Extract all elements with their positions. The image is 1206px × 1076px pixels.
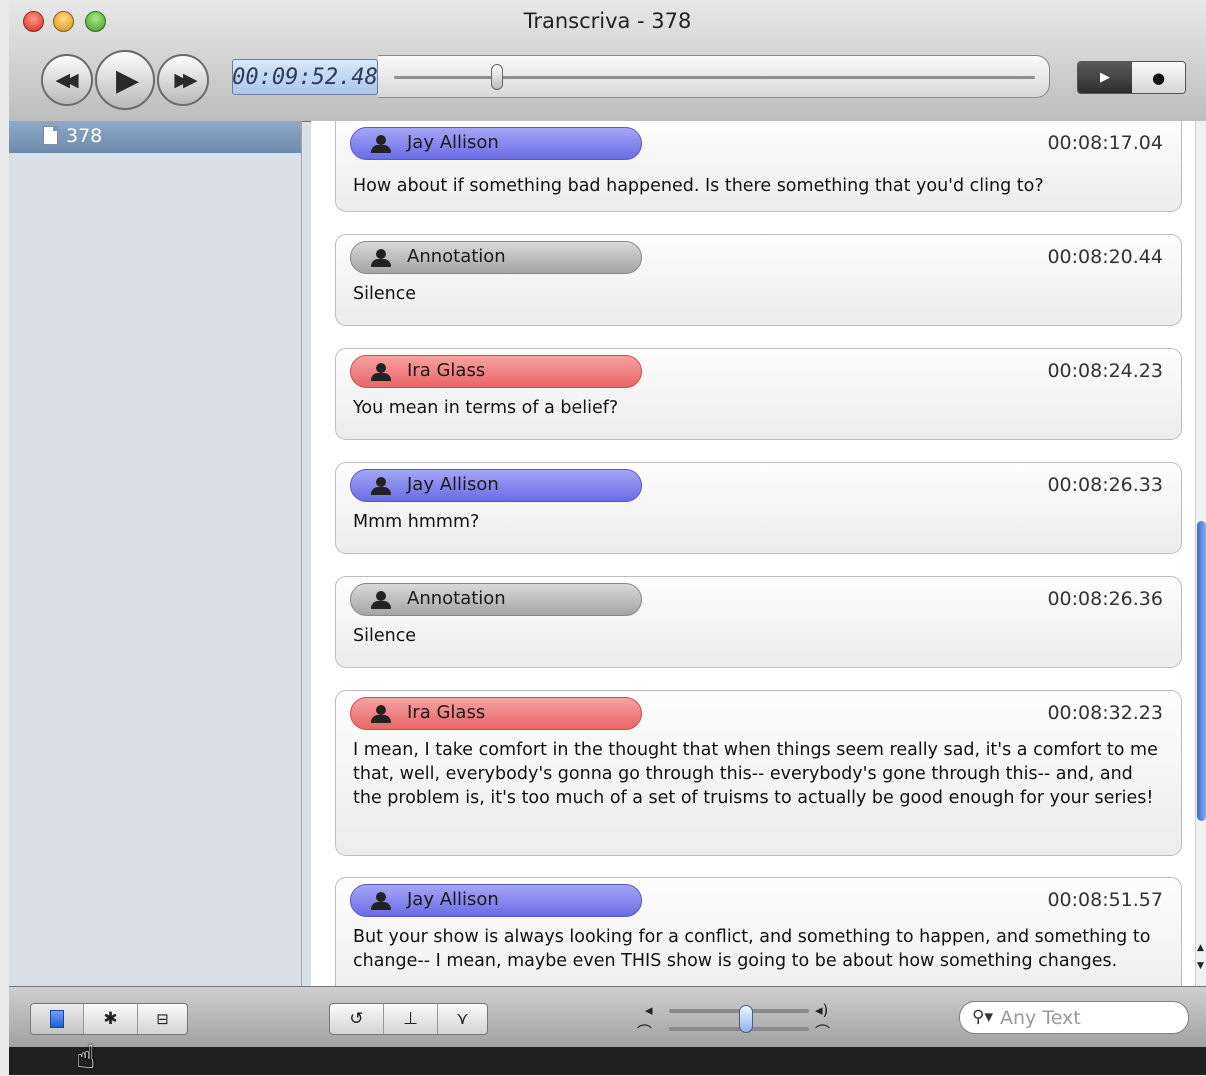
bottom-toolbar: ✱ ⊟ ↺ ⊥ ⋎ ◂ ◂) ⌒ ⌒ ⚲▾ [9, 986, 1206, 1047]
sidebar-item-label: 378 [66, 125, 103, 147]
view-switcher[interactable]: ✱ ⊟ [30, 1003, 188, 1035]
entry-text[interactable]: Silence [353, 282, 1165, 306]
person-icon [370, 135, 392, 153]
volume-low-icon: ◂ [645, 1001, 653, 1019]
speaker-pill[interactable]: Jay Allison [350, 127, 642, 160]
search-field[interactable]: ⚲▾ [959, 1001, 1189, 1034]
split-icon: ⊥ [403, 1009, 418, 1029]
search-icon: ⚲▾ [972, 1007, 993, 1027]
playback-scrubber[interactable] [378, 55, 1050, 98]
speaker-pill[interactable]: Annotation [350, 241, 642, 274]
person-icon [370, 892, 392, 910]
loop-icon: ↺ [349, 1009, 364, 1029]
speaker-name: Jay Allison [407, 132, 499, 153]
volume-high-icon: ◂) [815, 1001, 829, 1019]
play-icon: ▶ [1100, 70, 1110, 85]
entry-timestamp[interactable]: 00:08:51.57 [1047, 889, 1163, 911]
entry-timestamp[interactable]: 00:08:32.23 [1047, 702, 1163, 724]
person-icon [370, 363, 392, 381]
record-icon: ● [1151, 68, 1166, 87]
playback-mode-button[interactable]: ▶ [1078, 62, 1132, 93]
speaker-name: Annotation [407, 588, 506, 609]
person-icon [370, 249, 392, 267]
transcript-entry[interactable]: Annotation 00:08:20.44 Silence [335, 234, 1182, 326]
speed-slow-icon: ⌒ [637, 1023, 653, 1041]
play-button[interactable]: ▶ [95, 50, 155, 110]
hand-cursor-icon: ☝ [76, 1038, 96, 1076]
fast-forward-icon: ▶▶ [174, 69, 197, 91]
transcript-entry[interactable]: Ira Glass 00:08:32.23 I mean, I take com… [335, 690, 1182, 856]
search-input[interactable] [1000, 1006, 1175, 1030]
rewind-icon: ◀◀ [55, 69, 78, 91]
title-toolbar: Transcriva - 378 ◀◀ ▶ ▶▶ 00:09:52.48 ▶ ● [9, 0, 1206, 122]
scrollbar-thumb[interactable] [1197, 521, 1206, 821]
transcript-entry[interactable]: Jay Allison 00:08:51.57 But your show is… [335, 877, 1182, 986]
entry-text[interactable]: You mean in terms of a belief? [353, 396, 1165, 420]
document-icon [50, 1010, 64, 1028]
transcript-entry[interactable]: Annotation 00:08:26.36 Silence [335, 576, 1182, 668]
person-icon [370, 477, 392, 495]
play-icon: ▶ [115, 62, 140, 98]
loop-button[interactable]: ↺ [330, 1004, 384, 1034]
document-icon [43, 126, 58, 145]
sidebar-item-378[interactable]: 378 [9, 121, 301, 153]
speaker-pill[interactable]: Ira Glass [350, 355, 642, 388]
window-title: Transcriva - 378 [523, 9, 692, 33]
scroll-up-arrow-icon[interactable]: ▲ [1197, 943, 1204, 953]
entry-timestamp[interactable]: 00:08:20.44 [1047, 246, 1163, 268]
person-icon [370, 591, 392, 609]
transcript-entry[interactable]: Jay Allison 00:08:17.04 How about if som… [335, 121, 1182, 212]
transcript-entry[interactable]: Jay Allison 00:08:26.33 Mmm hmmm? [335, 462, 1182, 554]
settings-view-button[interactable]: ✱ [84, 1004, 138, 1034]
speaker-pill[interactable]: Annotation [350, 583, 642, 616]
window-shadow-strip [9, 1047, 1206, 1075]
scroll-down-arrow-icon[interactable]: ▼ [1197, 961, 1204, 971]
speaker-pill[interactable]: Jay Allison [350, 884, 642, 917]
speaker-pill[interactable]: Jay Allison [350, 469, 642, 502]
sidebar: 378 [9, 121, 302, 986]
presentation-view-button[interactable]: ⊟ [138, 1004, 187, 1034]
transcript-scrollbar[interactable]: ▲ ▼ [1195, 121, 1206, 986]
merge-button[interactable]: ⋎ [438, 1004, 487, 1034]
edit-tools[interactable]: ↺ ⊥ ⋎ [329, 1003, 488, 1035]
record-mode-button[interactable]: ● [1132, 62, 1185, 93]
split-button[interactable]: ⊥ [384, 1004, 438, 1034]
entry-timestamp[interactable]: 00:08:24.23 [1047, 360, 1163, 382]
entry-timestamp[interactable]: 00:08:17.04 [1047, 132, 1163, 154]
entry-text[interactable]: I mean, I take comfort in the thought th… [353, 738, 1165, 810]
fast-forward-button[interactable]: ▶▶ [157, 54, 209, 106]
speaker-name: Annotation [407, 246, 506, 267]
entry-timestamp[interactable]: 00:08:26.33 [1047, 474, 1163, 496]
time-display: 00:09:52.48 [232, 59, 378, 95]
gear-icon: ✱ [103, 1009, 118, 1029]
speaker-name: Ira Glass [407, 360, 486, 381]
speaker-name: Ira Glass [407, 702, 486, 723]
entry-timestamp[interactable]: 00:08:26.36 [1047, 588, 1163, 610]
rewind-button[interactable]: ◀◀ [41, 54, 93, 106]
speaker-name: Jay Allison [407, 889, 499, 910]
transcript-view-button[interactable] [31, 1004, 84, 1034]
merge-icon: ⋎ [456, 1009, 469, 1029]
speaker-pill[interactable]: Ira Glass [350, 697, 642, 730]
transcript-view[interactable]: Jay Allison 00:08:17.04 How about if som… [311, 121, 1206, 986]
mode-switch[interactable]: ▶ ● [1077, 61, 1186, 94]
app-window: Transcriva - 378 ◀◀ ▶ ▶▶ 00:09:52.48 ▶ ●… [9, 0, 1206, 1047]
speaker-name: Jay Allison [407, 474, 499, 495]
entry-text[interactable]: Silence [353, 624, 1165, 648]
entry-text[interactable]: Mmm hmmm? [353, 510, 1165, 534]
entry-text[interactable]: But your show is always looking for a co… [353, 925, 1165, 973]
scrubber-knob[interactable] [490, 64, 503, 90]
speed-fast-icon: ⌒ [815, 1023, 831, 1041]
entry-text[interactable]: How about if something bad happened. Is … [353, 174, 1165, 198]
presentation-icon: ⊟ [156, 1010, 169, 1028]
slider-knob[interactable] [739, 1005, 753, 1033]
person-icon [370, 705, 392, 723]
transcript-entry[interactable]: Ira Glass 00:08:24.23 You mean in terms … [335, 348, 1182, 440]
